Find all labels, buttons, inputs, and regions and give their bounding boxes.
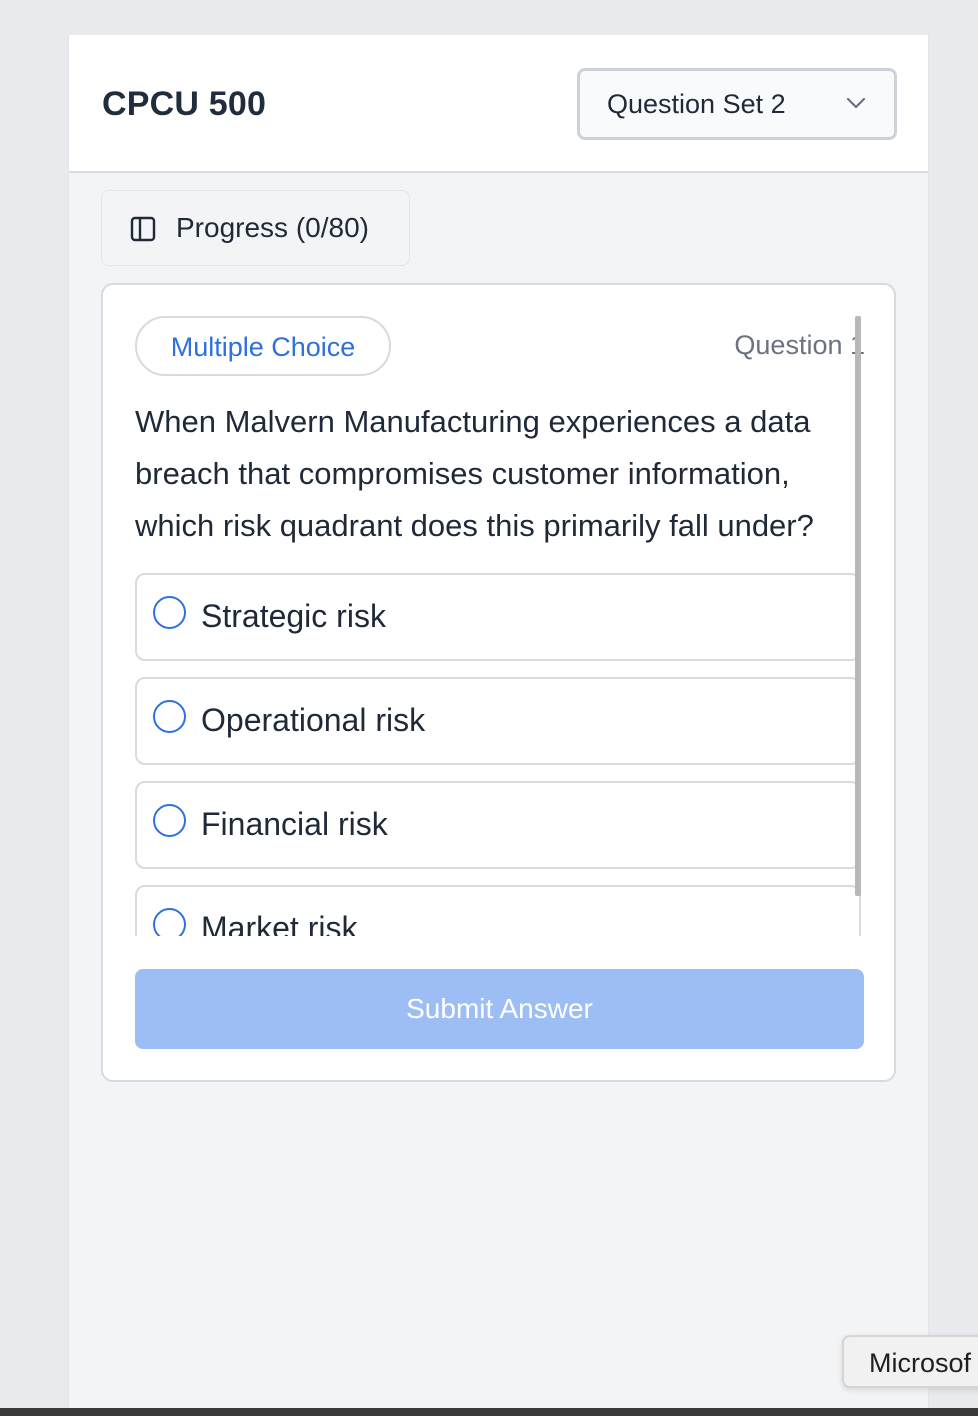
answer-option-label: Strategic risk xyxy=(201,598,386,634)
bottom-edge-bar xyxy=(0,1408,978,1416)
chevron-down-icon xyxy=(846,97,866,109)
answer-option[interactable]: Financial risk xyxy=(135,781,861,869)
progress-button[interactable]: Progress (0/80) xyxy=(101,190,410,266)
scrollbar-thumb[interactable] xyxy=(855,316,861,896)
answer-option-label: Market risk xyxy=(201,910,358,936)
question-number: Question 1 xyxy=(734,330,865,360)
notification-text: Microsof xyxy=(869,1348,972,1378)
app-panel: CPCU 500 Question Set 2 Progress (0/80) … xyxy=(68,35,929,1408)
answer-option[interactable]: Market risk xyxy=(135,885,861,936)
sidebar-panel-icon xyxy=(130,216,156,242)
question-type-badge: Multiple Choice xyxy=(135,316,391,376)
notification-toast[interactable]: Microsof xyxy=(842,1335,978,1388)
answer-option[interactable]: Strategic risk xyxy=(135,573,861,661)
header: CPCU 500 Question Set 2 xyxy=(69,35,928,173)
answer-option-label: Financial risk xyxy=(201,806,388,842)
submit-answer-button[interactable]: Submit Answer xyxy=(135,969,864,1049)
question-card: Multiple Choice Question 1 When Malvern … xyxy=(101,283,896,1082)
question-set-value: Question Set 2 xyxy=(607,89,786,119)
question-set-select[interactable]: Question Set 2 xyxy=(577,68,897,140)
answer-option-label: Operational risk xyxy=(201,702,426,738)
question-text: When Malvern Manufacturing experiences a… xyxy=(135,404,814,543)
course-title: CPCU 500 xyxy=(102,85,267,123)
question-type-label: Multiple Choice xyxy=(170,332,356,362)
radio-button[interactable] xyxy=(153,700,186,733)
radio-button[interactable] xyxy=(153,908,186,936)
progress-label: Progress (0/80) xyxy=(176,212,369,243)
answer-option[interactable]: Operational risk xyxy=(135,677,861,765)
question-scroll-area[interactable]: Multiple Choice Question 1 When Malvern … xyxy=(135,316,865,936)
radio-button[interactable] xyxy=(153,804,186,837)
radio-button[interactable] xyxy=(153,596,186,629)
